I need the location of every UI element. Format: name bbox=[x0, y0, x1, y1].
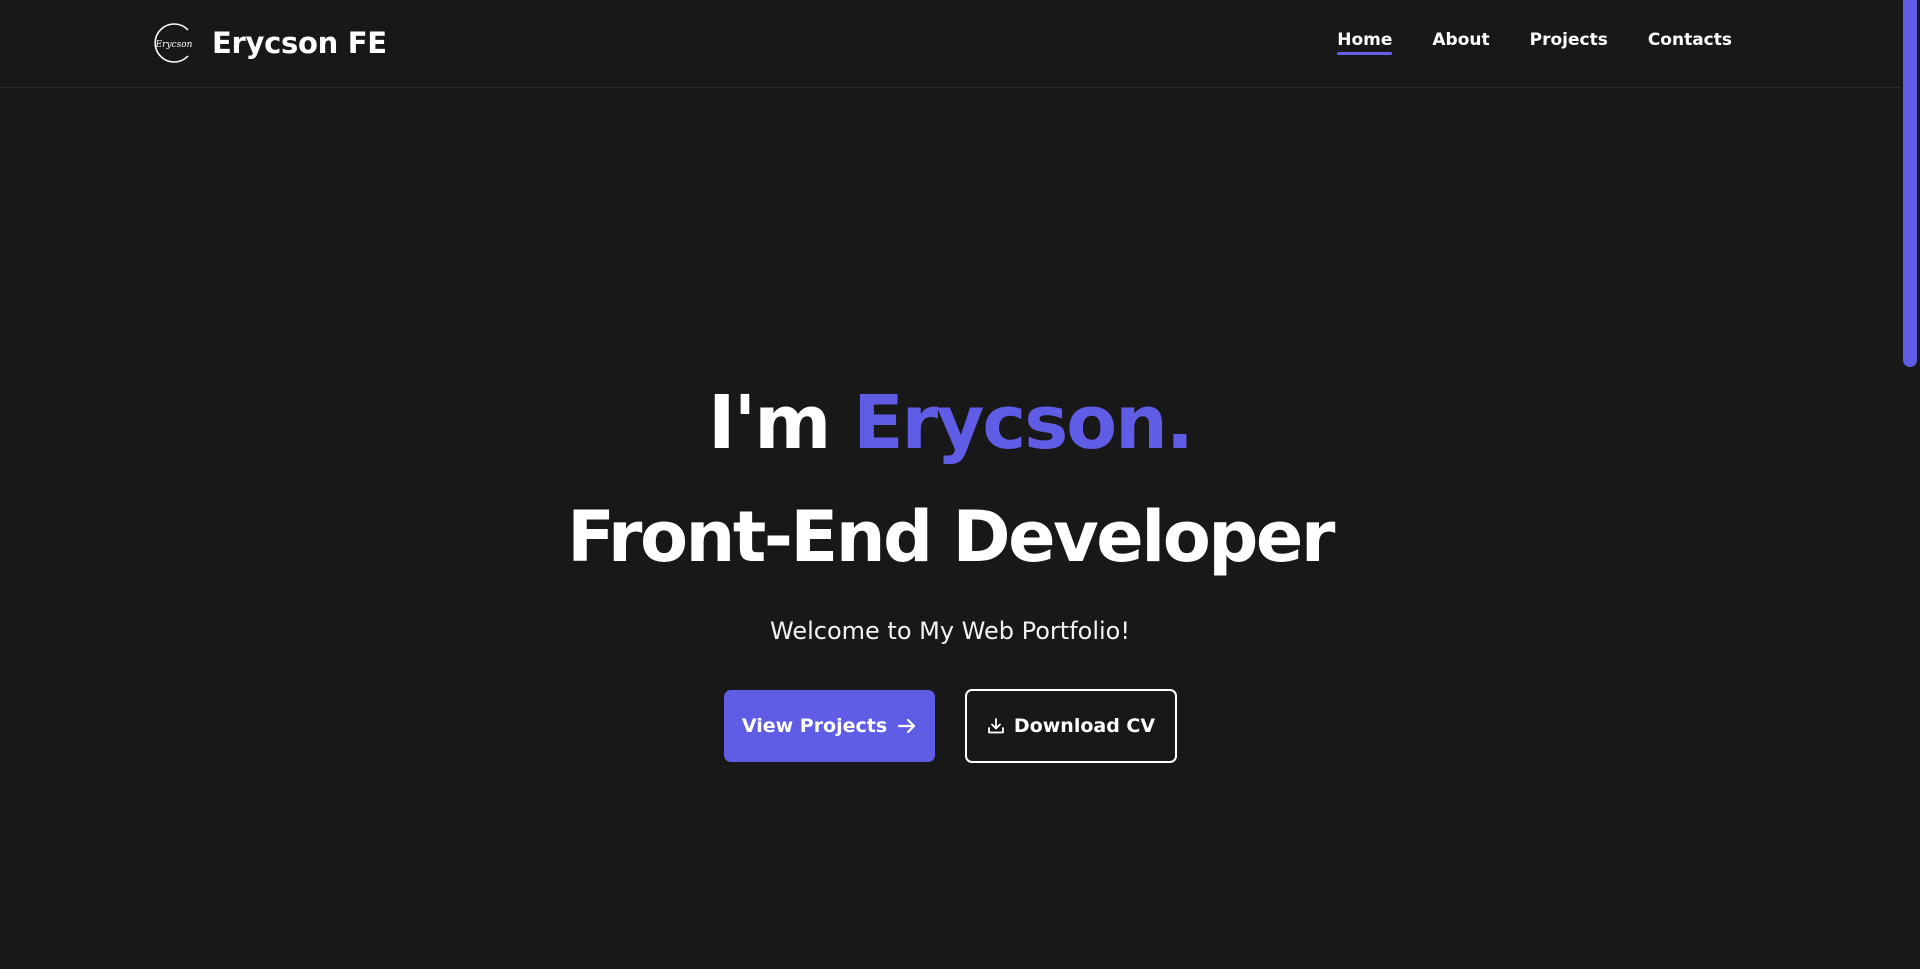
navbar: Erycson Erycson FE Home About Projects C… bbox=[0, 0, 1900, 88]
portfolio-page: Erycson Erycson FE Home About Projects C… bbox=[0, 0, 1920, 969]
brand-name: Erycson FE bbox=[212, 26, 387, 60]
welcome-text: Welcome to My Web Portfolio! bbox=[770, 617, 1130, 645]
hero-section: I'm Erycson. Front-End Developer Welcome… bbox=[0, 88, 1900, 969]
greeting-prefix: I'm bbox=[708, 380, 854, 466]
view-projects-label: View Projects bbox=[741, 715, 888, 737]
scrollbar-thumb[interactable] bbox=[1903, 0, 1917, 367]
download-cv-label: Download CV bbox=[1013, 715, 1156, 737]
hero-role: Front-End Developer bbox=[567, 496, 1335, 578]
nav-projects[interactable]: Projects bbox=[1530, 28, 1608, 52]
page-scrollbar[interactable] bbox=[1900, 0, 1920, 969]
cta-row: View Projects Download CV bbox=[724, 689, 1177, 763]
hero-greeting: I'm Erycson. bbox=[0, 378, 1900, 468]
nav-home[interactable]: Home bbox=[1337, 28, 1393, 55]
download-cv-button[interactable]: Download CV bbox=[965, 689, 1177, 763]
brand-link[interactable]: Erycson Erycson FE bbox=[152, 20, 387, 66]
nav-about[interactable]: About bbox=[1432, 28, 1489, 52]
greeting-name: Erycson. bbox=[853, 380, 1194, 466]
logo-icon: Erycson bbox=[152, 21, 196, 65]
view-projects-button[interactable]: View Projects bbox=[724, 690, 935, 762]
svg-text:Erycson: Erycson bbox=[155, 40, 193, 50]
main-nav: Home About Projects Contacts bbox=[1297, 28, 1732, 55]
arrow-right-icon bbox=[897, 718, 917, 734]
nav-contacts[interactable]: Contacts bbox=[1648, 28, 1732, 52]
download-icon bbox=[987, 717, 1005, 735]
